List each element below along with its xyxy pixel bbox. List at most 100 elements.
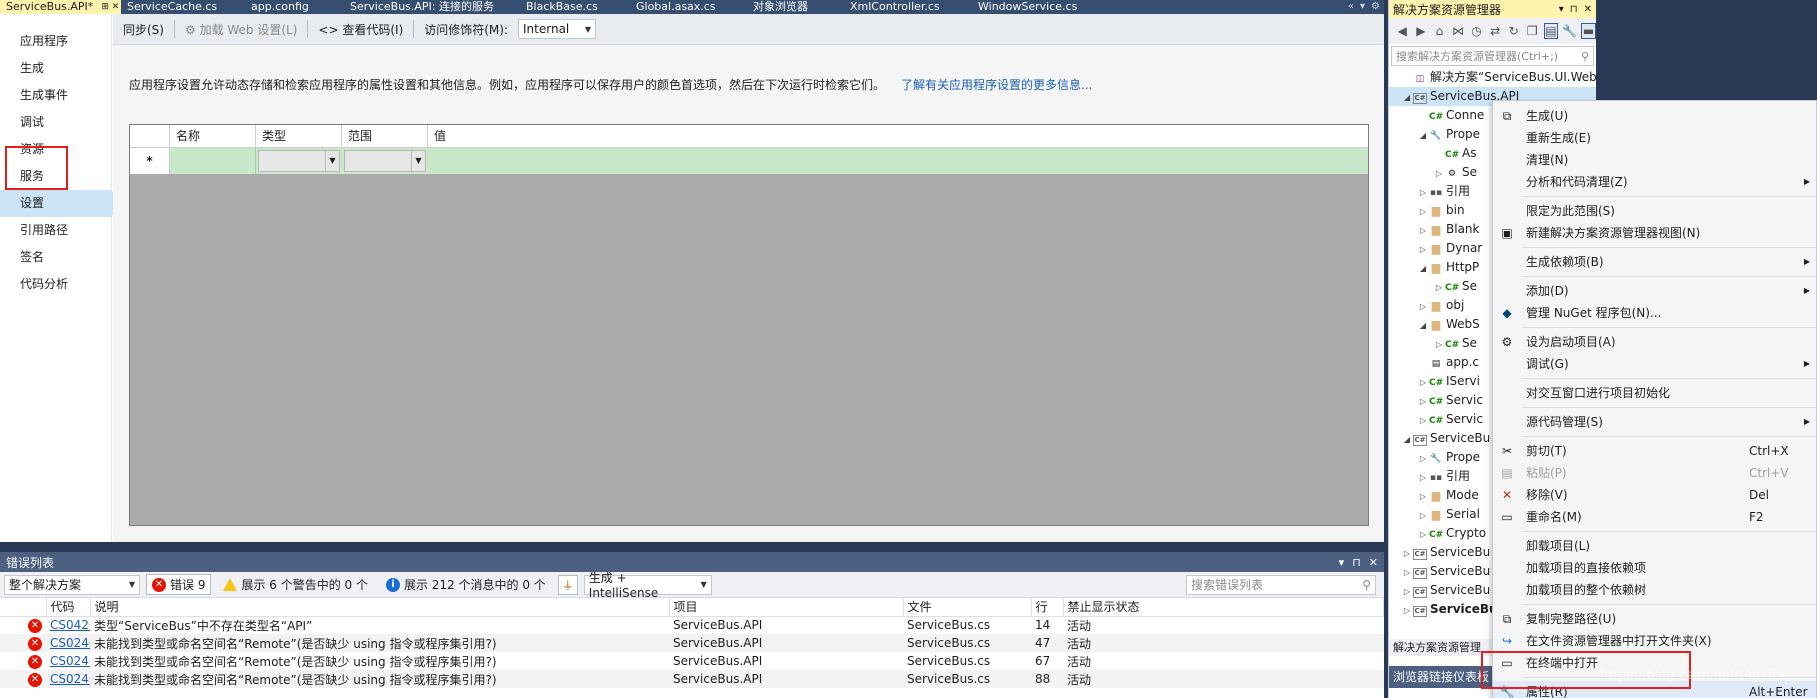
menu-item[interactable]: ⚙ 设为启动项目(A)	[1493, 331, 1816, 353]
col-project[interactable]: 项目	[669, 598, 904, 617]
document-tab[interactable]: WindowService.cs	[972, 0, 1106, 14]
messages-filter-button[interactable]: i 展示 212 个消息中的 0 个	[380, 574, 552, 595]
menu-item[interactable]: ✂ 剪切(T) Ctrl+X	[1493, 440, 1816, 462]
designer-page-4[interactable]: 资源	[0, 136, 111, 163]
error-row[interactable]: ✕ CS0426 类型“ServiceBus”中不存在类型名“API” Service…	[0, 616, 1384, 634]
error-code-link[interactable]: CS0246	[46, 652, 90, 670]
tab-list-icon[interactable]: ▾	[1360, 0, 1365, 14]
grid-col-type[interactable]: 类型	[256, 125, 342, 147]
expand-arrow-icon[interactable]: ▷	[1417, 487, 1429, 505]
errors-filter-button[interactable]: ✕ 错误 9	[146, 574, 212, 595]
sync-icon[interactable]: ⇄	[1488, 24, 1503, 38]
col-file[interactable]: 文件	[903, 598, 1032, 617]
document-tab[interactable]: 对象浏览器	[747, 0, 844, 14]
warnings-filter-button[interactable]: 展示 6 个警告中的 0 个	[217, 574, 374, 595]
document-tab[interactable]: BlackBase.cs	[520, 0, 630, 14]
solution-search-input[interactable]: 搜索解决方案资源管理器(Ctrl+;) ⚲	[1391, 46, 1594, 66]
col-line[interactable]: 行	[1031, 598, 1064, 617]
settings-icon[interactable]: ⚙	[1371, 0, 1380, 14]
menu-item[interactable]: 添加(D) ▶	[1493, 280, 1816, 302]
show-all-files-icon[interactable]: ▤	[1543, 23, 1559, 39]
menu-item[interactable]: 加载项目的整个依赖树	[1493, 579, 1816, 601]
access-modifier-dropdown[interactable]: Internal ▼	[518, 19, 597, 39]
grid-col-value[interactable]: 值	[428, 125, 1368, 147]
designer-page-9[interactable]: 代码分析	[0, 271, 111, 298]
grid-col-scope[interactable]: 范围	[342, 125, 428, 147]
col-description[interactable]: 说明	[90, 598, 670, 617]
scroll-left-icon[interactable]: «	[1348, 0, 1354, 14]
document-tab[interactable]: Global.asax.cs	[630, 0, 747, 14]
view-code-button[interactable]: <> 查看代码(I)	[314, 19, 407, 40]
menu-item[interactable]: 分析和代码清理(Z) ▶	[1493, 171, 1816, 193]
expand-arrow-icon[interactable]: ▷	[1417, 183, 1429, 201]
designer-page-3[interactable]: 调试	[0, 109, 111, 136]
expand-arrow-icon[interactable]: ▷	[1417, 392, 1429, 410]
tab-pin-close-icon[interactable]: ⊞ ✕	[101, 0, 119, 14]
close-icon[interactable]: ✕	[1369, 556, 1378, 569]
designer-page-2[interactable]: 生成事件	[0, 82, 111, 109]
designer-page-8[interactable]: 签名	[0, 244, 111, 271]
load-web-settings-button[interactable]: ⚙ 加载 Web 设置(L)	[181, 19, 301, 40]
menu-item[interactable]: 🔧 属性(R) Alt+Enter	[1493, 681, 1816, 698]
back-icon[interactable]: ◀	[1395, 24, 1410, 38]
error-code-link[interactable]: CS0246	[46, 634, 90, 652]
designer-page-6[interactable]: 设置	[0, 190, 123, 217]
error-row[interactable]: ✕ CS0246未能找到类型或命名空间名“Remote”(是否缺少 using 指…	[0, 670, 1384, 688]
expand-arrow-icon[interactable]: ◢	[1417, 126, 1429, 144]
document-tab[interactable]: XmlController.cs	[844, 0, 972, 14]
menu-item[interactable]: 对交互窗口进行项目初始化	[1493, 382, 1816, 404]
col-icon[interactable]	[0, 598, 47, 617]
designer-page-1[interactable]: 生成	[0, 55, 111, 82]
menu-item[interactable]: 生成依赖项(B) ▶	[1493, 251, 1816, 273]
menu-item[interactable]: 调试(G) ▶	[1493, 353, 1816, 375]
designer-page-7[interactable]: 引用路径	[0, 217, 111, 244]
name-cell[interactable]	[170, 148, 256, 174]
error-code-link[interactable]: CS0426	[46, 616, 90, 634]
sync-button[interactable]: 同步(S)	[119, 19, 168, 40]
collapse-all-icon[interactable]: ❐	[1525, 24, 1540, 38]
menu-item[interactable]: ◆ 管理 NuGet 程序包(N)...	[1493, 302, 1816, 324]
forward-icon[interactable]: ▶	[1414, 24, 1429, 38]
menu-item[interactable]: 卸载项目(L)	[1493, 535, 1816, 557]
expand-arrow-icon[interactable]: ▷	[1401, 601, 1413, 619]
expand-arrow-icon[interactable]: ▷	[1417, 449, 1429, 467]
type-combo[interactable]: ▼	[258, 150, 340, 172]
expand-arrow-icon[interactable]: ▷	[1401, 582, 1413, 600]
menu-item[interactable]: ⧉ 复制完整路径(U)	[1493, 608, 1816, 630]
error-code-link[interactable]: CS0246	[46, 670, 90, 688]
scope-combo[interactable]: ▼	[344, 150, 426, 172]
col-suppression[interactable]: 禁止显示状态	[1063, 598, 1384, 617]
close-icon[interactable]: ✕	[1584, 4, 1592, 15]
menu-item[interactable]: 加载项目的直接依赖项	[1493, 557, 1816, 579]
value-cell[interactable]	[428, 148, 1368, 174]
document-tab[interactable]: ServiceCache.cs	[121, 0, 245, 14]
learn-more-link[interactable]: 了解有关应用程序设置的更多信息...	[901, 78, 1092, 92]
tree-node[interactable]: ◫ 解决方案“ServiceBus.UI.Web”(9 个项目，共 9	[1389, 68, 1596, 87]
menu-item[interactable]: 源代码管理(S) ▶	[1493, 411, 1816, 433]
menu-item[interactable]: ↪ 在文件资源管理器中打开文件夹(X)	[1493, 630, 1816, 652]
expand-arrow-icon[interactable]: ▷	[1417, 506, 1429, 524]
expand-arrow-icon[interactable]: ▷	[1417, 411, 1429, 429]
expand-arrow-icon[interactable]: ▷	[1433, 335, 1445, 353]
error-row[interactable]: ✕ CS0246未能找到类型或命名空间名“Remote”(是否缺少 using 指…	[0, 634, 1384, 652]
home-icon[interactable]: ⌂	[1432, 24, 1447, 38]
expand-arrow-icon[interactable]: ▷	[1417, 202, 1429, 220]
error-search-input[interactable]: 搜索错误列表 ⚲	[1186, 574, 1376, 595]
col-code[interactable]: 代码	[46, 598, 91, 617]
document-tab[interactable]: ServiceBus.API* ⊞ ✕	[0, 0, 121, 14]
vs-icon[interactable]: ⋈	[1451, 24, 1466, 38]
expand-arrow-icon[interactable]: ▷	[1433, 278, 1445, 296]
grid-new-row[interactable]: * ▼ ▼	[130, 148, 1368, 174]
menu-item[interactable]: ⧉ 生成(U)	[1493, 105, 1816, 127]
refresh-icon[interactable]: ↻	[1506, 24, 1521, 38]
expand-arrow-icon[interactable]: ◢	[1417, 259, 1429, 277]
expand-arrow-icon[interactable]: ▷	[1417, 525, 1429, 543]
build-filter-dropdown[interactable]: 生成 + IntelliSense ▼	[583, 571, 712, 600]
expand-arrow-icon[interactable]: ▷	[1401, 544, 1413, 562]
menu-item[interactable]: ▣ 新建解决方案资源管理器视图(N)	[1493, 222, 1816, 244]
menu-item[interactable]: ▭ 在终端中打开	[1493, 652, 1816, 674]
scope-dropdown[interactable]: 整个解决方案 ▼	[4, 574, 140, 595]
grid-col-name[interactable]: 名称	[170, 125, 256, 147]
filter-icon[interactable]: ⏚	[557, 574, 578, 595]
expand-arrow-icon[interactable]: ◢	[1401, 430, 1413, 448]
